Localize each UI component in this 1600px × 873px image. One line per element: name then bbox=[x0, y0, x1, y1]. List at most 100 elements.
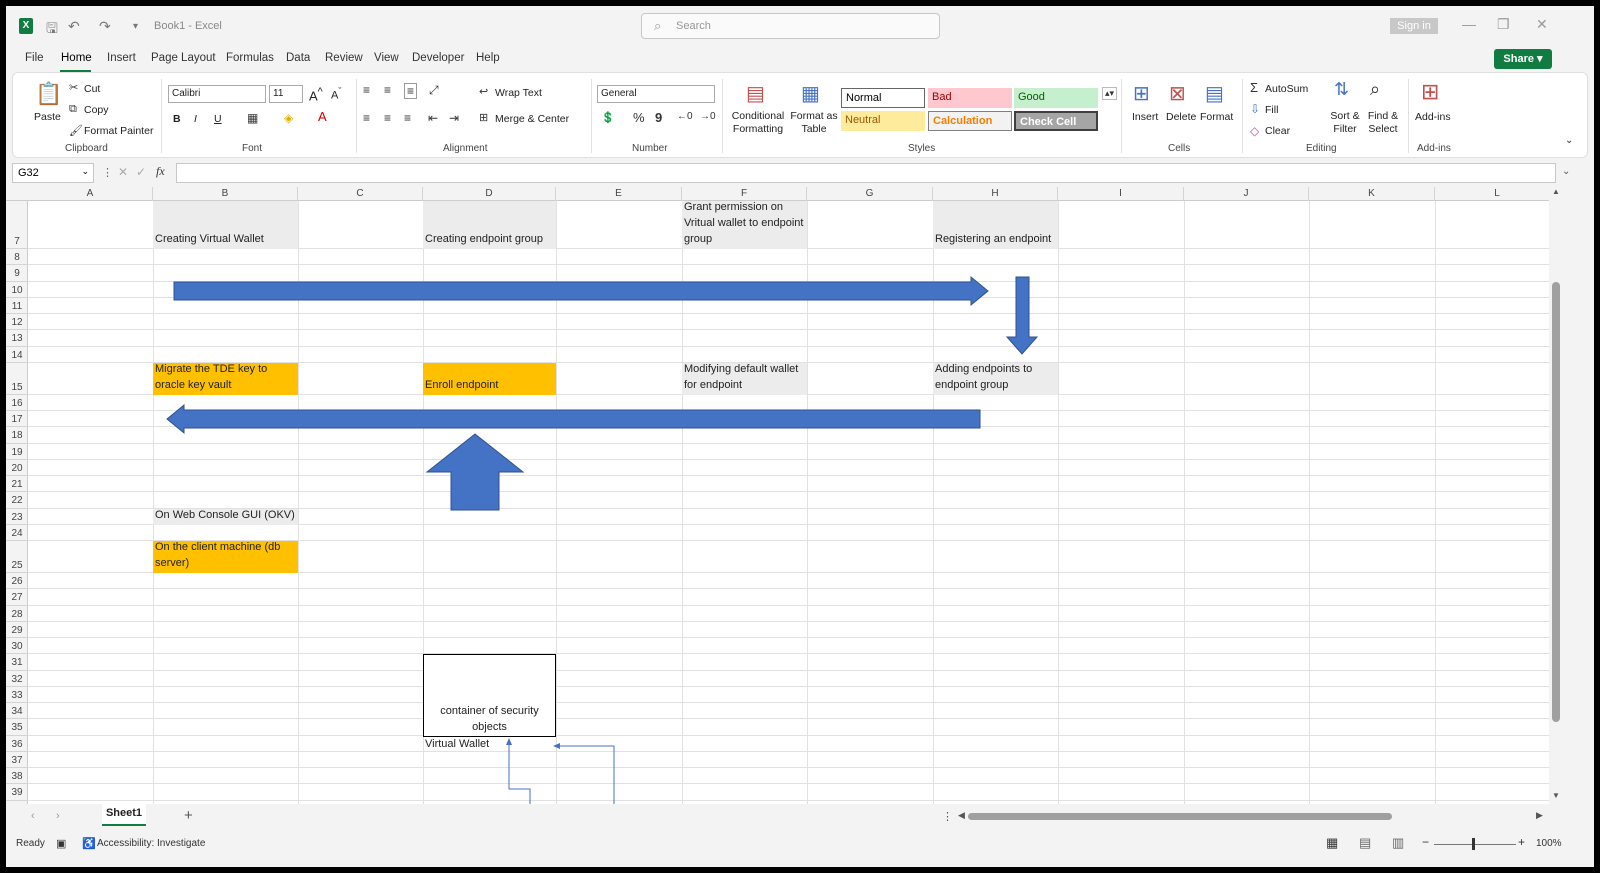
name-box[interactable]: G32 ⌄ bbox=[12, 163, 94, 183]
accounting-icon[interactable]: 💲 bbox=[601, 111, 615, 124]
confirm-entry-icon[interactable]: ✓ bbox=[136, 165, 146, 179]
percent-icon[interactable]: % bbox=[633, 110, 645, 125]
scroll-up-icon[interactable]: ▲ bbox=[1552, 187, 1560, 196]
share-button[interactable]: Share ▾ bbox=[1494, 49, 1552, 69]
paste-button[interactable]: Paste bbox=[34, 111, 61, 123]
zoom-level[interactable]: 100% bbox=[1536, 838, 1562, 849]
scroll-right-icon[interactable]: ▶ bbox=[1536, 810, 1543, 821]
redo-icon[interactable]: ↷ bbox=[99, 18, 111, 35]
font-name-dropdown[interactable]: Calibri bbox=[168, 85, 266, 103]
zoom-slider-thumb[interactable] bbox=[1472, 838, 1475, 850]
grow-font-icon[interactable]: A^ bbox=[309, 86, 323, 103]
italic-button[interactable]: I bbox=[194, 113, 197, 125]
underline-button[interactable]: U bbox=[214, 113, 222, 125]
middle-align-icon[interactable]: ≡ bbox=[384, 83, 391, 97]
decrease-indent-icon[interactable]: ⇤ bbox=[428, 111, 438, 125]
style-normal[interactable]: Normal bbox=[841, 88, 925, 108]
format-cells-button[interactable]: Format bbox=[1200, 111, 1233, 123]
tab-developer[interactable]: Developer bbox=[412, 52, 464, 64]
bottom-align-icon[interactable]: ≡ bbox=[404, 83, 418, 99]
down-arrow-shape[interactable] bbox=[1005, 276, 1039, 355]
normal-view-icon[interactable]: ▦ bbox=[1326, 835, 1338, 851]
fill-button[interactable]: Fill bbox=[1265, 104, 1278, 116]
macro-record-icon[interactable]: ▣ bbox=[56, 837, 66, 850]
delete-cells-button[interactable]: Delete bbox=[1166, 111, 1196, 123]
collapse-ribbon-icon[interactable]: ⌄ bbox=[1565, 135, 1573, 146]
orientation-icon[interactable]: ⤢ bbox=[429, 83, 439, 98]
merge-center-button[interactable]: Merge & Center bbox=[495, 113, 569, 125]
bold-button[interactable]: B bbox=[173, 113, 181, 125]
top-align-icon[interactable]: ≡ bbox=[363, 83, 370, 97]
autosum-button[interactable]: AutoSum bbox=[1265, 83, 1308, 95]
restore-icon[interactable]: ❐ bbox=[1497, 16, 1510, 33]
style-bad[interactable]: Bad bbox=[928, 88, 1012, 108]
align-left-icon[interactable]: ≡ bbox=[363, 111, 370, 125]
prev-sheet-icon[interactable]: ‹ bbox=[31, 810, 35, 822]
copy-button[interactable]: Copy bbox=[84, 104, 109, 116]
zoom-slider[interactable] bbox=[1434, 844, 1516, 845]
center-icon[interactable]: ≡ bbox=[384, 111, 391, 125]
tab-home[interactable]: Home bbox=[61, 52, 92, 64]
page-break-view-icon[interactable]: ▥ bbox=[1392, 835, 1404, 851]
new-sheet-icon[interactable]: + bbox=[184, 807, 193, 824]
tab-review[interactable]: Review bbox=[325, 52, 363, 64]
zoom-in-icon[interactable]: + bbox=[1518, 835, 1525, 849]
format-painter-button[interactable]: Format Painter bbox=[84, 125, 153, 137]
cut-button[interactable]: Cut bbox=[84, 83, 100, 95]
style-calculation[interactable]: Calculation bbox=[928, 111, 1012, 131]
scroll-down-icon[interactable]: ▼ bbox=[1552, 791, 1560, 800]
insert-function-icon[interactable]: fx bbox=[156, 164, 165, 179]
paste-icon[interactable]: 📋 bbox=[35, 81, 62, 107]
close-icon[interactable]: ✕ bbox=[1536, 16, 1548, 33]
horizontal-scroll-thumb[interactable] bbox=[968, 813, 1392, 820]
sheet-tab-sheet1[interactable]: Sheet1 bbox=[102, 804, 146, 826]
tab-view[interactable]: View bbox=[374, 52, 399, 64]
vertical-scrollbar[interactable]: ▲ ▼ bbox=[1549, 187, 1563, 804]
up-arrow-shape[interactable] bbox=[425, 433, 525, 511]
next-sheet-icon[interactable]: › bbox=[56, 810, 60, 822]
zoom-out-icon[interactable]: − bbox=[1422, 835, 1429, 849]
tab-data[interactable]: Data bbox=[286, 52, 310, 64]
sign-in-button[interactable]: Sign in bbox=[1390, 18, 1438, 34]
more-options-icon[interactable]: ⋮ bbox=[102, 166, 113, 179]
worksheet-grid[interactable]: A B C D E F G H I J K L 7 8 9 10 11 12 13 14 15 1… bbox=[6, 187, 1549, 804]
tab-split-handle-icon[interactable]: ⋮ bbox=[942, 810, 953, 823]
addins-button[interactable]: Add-ins bbox=[1415, 111, 1451, 123]
decrease-decimal-icon[interactable]: →0 bbox=[700, 111, 716, 122]
style-good[interactable]: Good bbox=[1014, 88, 1098, 108]
search-box[interactable]: ⌕ Search bbox=[641, 13, 940, 39]
right-arrow-shape[interactable] bbox=[173, 275, 989, 307]
comma-icon[interactable]: 9 bbox=[655, 110, 662, 125]
save-icon[interactable]: 🖫 bbox=[46, 18, 58, 42]
undo-icon[interactable]: ↶ bbox=[68, 18, 80, 35]
customize-qat-icon[interactable]: ▾ bbox=[133, 21, 138, 32]
tab-insert[interactable]: Insert bbox=[107, 52, 136, 64]
font-size-dropdown[interactable]: 11 bbox=[269, 85, 303, 103]
cancel-entry-icon[interactable]: ✕ bbox=[118, 165, 128, 179]
tab-help[interactable]: Help bbox=[476, 52, 500, 64]
scroll-left-icon[interactable]: ◀ bbox=[958, 810, 965, 821]
increase-decimal-icon[interactable]: ←0 bbox=[677, 111, 693, 122]
borders-icon[interactable]: ▦ bbox=[247, 111, 258, 125]
format-as-table-button[interactable]: Format as Table bbox=[790, 110, 838, 136]
increase-indent-icon[interactable]: ⇥ bbox=[449, 111, 459, 125]
page-layout-view-icon[interactable]: ▤ bbox=[1359, 835, 1371, 851]
fill-color-icon[interactable]: ◈ bbox=[284, 111, 293, 125]
minimize-icon[interactable]: — bbox=[1462, 16, 1476, 32]
font-color-icon[interactable]: A bbox=[318, 109, 327, 124]
style-neutral[interactable]: Neutral bbox=[841, 111, 925, 131]
find-select-button[interactable]: Find & Select bbox=[1363, 110, 1403, 136]
connector-line-left[interactable] bbox=[508, 742, 531, 804]
tab-file[interactable]: File bbox=[25, 52, 44, 64]
clear-button[interactable]: Clear bbox=[1265, 125, 1290, 137]
styles-scroll-icon[interactable]: ▴▾ bbox=[1102, 87, 1118, 100]
sort-filter-button[interactable]: Sort & Filter bbox=[1327, 110, 1363, 136]
wrap-text-button[interactable]: Wrap Text bbox=[495, 87, 542, 99]
conditional-formatting-button[interactable]: Conditional Formatting bbox=[730, 110, 786, 136]
connector-line-right[interactable] bbox=[557, 745, 615, 804]
left-arrow-shape[interactable] bbox=[166, 403, 981, 435]
number-format-dropdown[interactable]: General bbox=[597, 85, 715, 103]
shrink-font-icon[interactable]: Aˇ bbox=[331, 86, 341, 102]
tab-formulas[interactable]: Formulas bbox=[226, 52, 274, 64]
tab-page-layout[interactable]: Page Layout bbox=[151, 52, 216, 64]
